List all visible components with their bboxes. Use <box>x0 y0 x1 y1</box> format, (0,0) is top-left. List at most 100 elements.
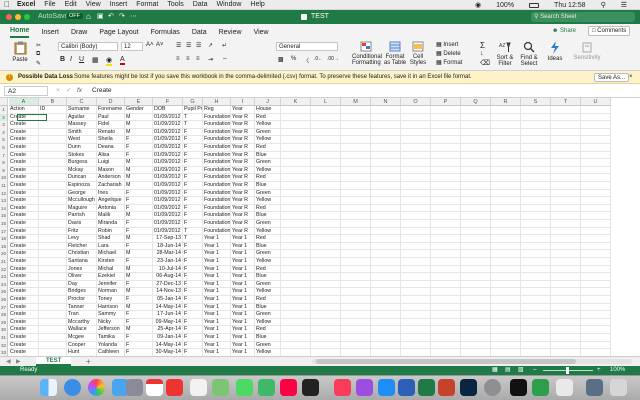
table-cell[interactable]: F <box>183 349 203 356</box>
table-cell[interactable]: 01/09/2012 <box>153 212 183 220</box>
empty-cell[interactable] <box>431 121 461 129</box>
empty-cell[interactable] <box>341 311 371 319</box>
empty-cell[interactable] <box>311 144 341 152</box>
empty-cell[interactable] <box>461 136 491 144</box>
empty-cell[interactable] <box>491 349 521 356</box>
table-cell[interactable] <box>39 136 67 144</box>
table-cell[interactable]: F <box>125 318 153 327</box>
empty-cell[interactable] <box>311 151 341 160</box>
table-cell[interactable]: Green <box>255 250 281 258</box>
italic-button[interactable]: I <box>70 56 72 63</box>
table-cell[interactable]: Year 1 <box>231 318 255 327</box>
table-cell[interactable] <box>39 151 67 160</box>
empty-cell[interactable] <box>431 265 461 274</box>
empty-cell[interactable] <box>431 113 461 122</box>
table-cell[interactable]: F <box>183 250 203 258</box>
table-cell[interactable]: Jennifer <box>97 280 125 289</box>
column-header[interactable]: N <box>371 98 401 106</box>
empty-cell[interactable] <box>311 128 341 137</box>
table-cell[interactable]: Mccarthy <box>67 318 97 327</box>
empty-cell[interactable] <box>581 204 611 213</box>
empty-cell[interactable] <box>281 258 311 266</box>
empty-cell[interactable] <box>281 334 311 342</box>
table-cell[interactable] <box>39 242 67 251</box>
row-header[interactable]: 16 <box>0 220 8 228</box>
empty-cell[interactable] <box>401 311 431 319</box>
empty-cell[interactable] <box>281 227 311 236</box>
empty-cell[interactable] <box>371 318 401 327</box>
empty-cell[interactable] <box>521 250 551 258</box>
table-cell[interactable]: Yellow <box>255 166 281 175</box>
empty-cell[interactable] <box>311 258 341 266</box>
empty-cell[interactable] <box>521 326 551 334</box>
empty-cell[interactable] <box>341 349 371 356</box>
table-cell[interactable]: Blue <box>255 334 281 342</box>
empty-cell[interactable] <box>431 326 461 334</box>
empty-cell[interactable] <box>431 182 461 190</box>
table-cell[interactable]: Malik <box>97 212 125 220</box>
table-cell[interactable]: 01/09/2012 <box>153 189 183 198</box>
empty-cell[interactable] <box>491 311 521 319</box>
table-cell[interactable]: Foundation <box>203 136 231 144</box>
empty-cell[interactable] <box>551 334 581 342</box>
empty-cell[interactable] <box>341 220 371 228</box>
align-middle-icon[interactable]: ☰ <box>186 42 191 49</box>
table-cell[interactable]: Yellow <box>255 288 281 296</box>
empty-cell[interactable] <box>491 296 521 304</box>
comma-style-icon[interactable]: 〈 <box>303 56 309 65</box>
empty-cell[interactable] <box>461 265 491 274</box>
table-cell[interactable] <box>39 341 67 350</box>
formula-content[interactable]: Create <box>92 84 112 98</box>
empty-cell[interactable] <box>401 349 431 356</box>
empty-cell[interactable] <box>341 265 371 274</box>
column-header[interactable]: P <box>431 98 461 106</box>
empty-cell[interactable] <box>461 212 491 220</box>
empty-cell[interactable] <box>551 197 581 205</box>
table-cell[interactable]: F <box>183 311 203 319</box>
empty-cell[interactable] <box>521 220 551 228</box>
column-header[interactable]: H <box>203 98 231 106</box>
table-cell[interactable]: F <box>125 296 153 304</box>
empty-cell[interactable] <box>491 174 521 182</box>
next-sheet-icon[interactable]: ▶ <box>16 358 21 365</box>
empty-cell[interactable] <box>581 303 611 312</box>
table-cell[interactable]: Year R <box>231 113 255 122</box>
table-cell[interactable]: Create <box>9 250 39 258</box>
table-cell[interactable]: Green <box>255 311 281 319</box>
table-cell[interactable]: F <box>125 144 153 152</box>
empty-cell[interactable] <box>491 144 521 152</box>
empty-cell[interactable] <box>461 258 491 266</box>
worksheet-grid[interactable]: ABCDEFGHIJKLMNOPQRSTU 1 2 3 4 5 6 7 8 9 10 11 12 13 1… <box>0 98 640 356</box>
table-cell[interactable]: Sheila <box>97 136 125 144</box>
table-cell[interactable]: 01/09/2012 <box>153 151 183 160</box>
empty-cell[interactable] <box>551 212 581 220</box>
empty-cell[interactable] <box>521 121 551 129</box>
row-header[interactable]: 1 <box>0 106 8 114</box>
empty-cell[interactable] <box>401 144 431 152</box>
table-cell[interactable]: M <box>125 212 153 220</box>
empty-cell[interactable] <box>401 227 431 236</box>
table-cell[interactable]: Kirsten <box>97 258 125 266</box>
table-cell[interactable]: Alisa <box>97 151 125 160</box>
empty-cell[interactable] <box>341 303 371 312</box>
table-cell[interactable]: Red <box>255 296 281 304</box>
empty-cell[interactable] <box>491 334 521 342</box>
empty-cell[interactable] <box>581 144 611 152</box>
spotlight-icon[interactable]: ⚲ <box>601 1 606 9</box>
table-cell[interactable]: F <box>183 136 203 144</box>
table-cell[interactable]: T <box>183 235 203 243</box>
table-cell[interactable]: Yellow <box>255 227 281 236</box>
empty-cell[interactable] <box>581 113 611 122</box>
empty-cell[interactable] <box>281 197 311 205</box>
table-cell[interactable]: Year 1 <box>203 265 231 274</box>
empty-cell[interactable] <box>581 151 611 160</box>
empty-cell[interactable] <box>281 182 311 190</box>
table-cell[interactable]: Oliver <box>67 273 97 281</box>
table-cell[interactable]: F <box>125 334 153 342</box>
empty-cell[interactable] <box>551 318 581 327</box>
table-cell[interactable]: F <box>125 258 153 266</box>
empty-cell[interactable] <box>371 227 401 236</box>
table-cell[interactable]: M <box>125 235 153 243</box>
zoom-level[interactable]: 100% <box>610 366 625 375</box>
row-header[interactable]: 10 <box>0 174 8 182</box>
